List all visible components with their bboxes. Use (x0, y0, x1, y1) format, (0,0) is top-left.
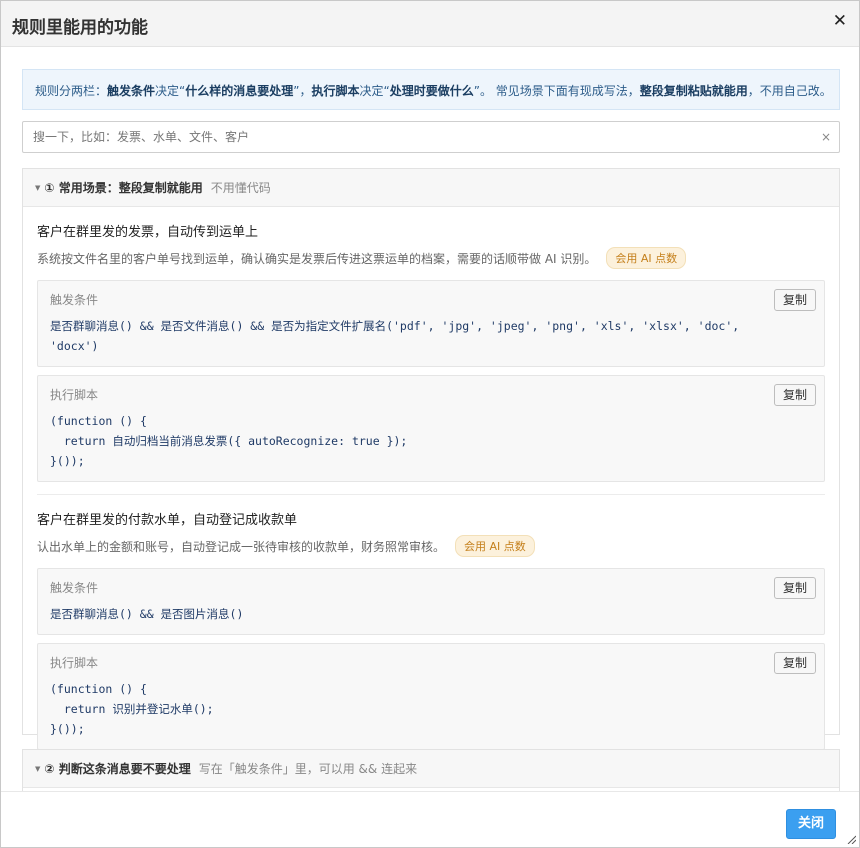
script-box: 执行脚本 (function () { return 自动归档当前消息发票({ … (37, 375, 825, 482)
dialog-title: 规则里能用的功能 (12, 18, 148, 38)
info-bold-copy: 整段复制粘贴就能用 (639, 84, 748, 98)
scenario-title: 客户在群里发的付款水单，自动登记成收款单 (37, 513, 298, 528)
scenario-desc: 系统按文件名里的客户单号找到运单，确认确实是发票后传进这票运单的档案，需要的话顺… (37, 247, 825, 269)
section-subtitle: 不用懂代码 (210, 181, 271, 195)
info-bold-trigger: 触发条件 (107, 84, 156, 98)
trigger-label: 触发条件 (50, 581, 99, 595)
rules-dialog: 规则里能用的功能 ✕ 规则分两栏：触发条件决定“什么样的消息要处理”，执行脚本决… (0, 0, 860, 848)
trigger-box: 触发条件 是否群聊消息() && 是否文件消息() && 是否为指定文件扩展名(… (37, 280, 825, 367)
search-box: × (22, 121, 840, 153)
info-text: ”。 常见场景下面有现成写法， (473, 84, 640, 98)
copy-button[interactable]: 复制 (774, 289, 816, 311)
info-text: 决定“ (359, 84, 390, 98)
dialog-header: 规则里能用的功能 ✕ (1, 1, 859, 47)
resize-handle-icon[interactable] (846, 834, 856, 844)
trigger-label: 触发条件 (50, 293, 99, 307)
dialog-footer: 关闭 (1, 791, 859, 847)
script-label: 执行脚本 (50, 656, 99, 670)
scenario-desc: 认出水单上的金额和账号，自动登记成一张待审核的收款单，财务照常审核。 会用 AI… (37, 535, 825, 557)
section-common-scenarios: ▼ ① 常用场景：整段复制就能用 不用懂代码 客户在群里发的发票，自动传到运单上… (22, 168, 840, 750)
scenario-item-invoice: 客户在群里发的发票，自动传到运单上 系统按文件名里的客户单号找到运单，确认确实是… (23, 207, 839, 495)
info-text: 规则分两栏： (35, 84, 108, 98)
trigger-code: 是否群聊消息() && 是否文件消息() && 是否为指定文件扩展名('pdf'… (50, 319, 747, 353)
scenario-desc-text: 系统按文件名里的客户单号找到运单，确认确实是发票后传进这票运单的档案，需要的话顺… (37, 251, 597, 266)
scenario-item-payment-slip: 客户在群里发的付款水单，自动登记成收款单 认出水单上的金额和账号，自动登记成一张… (23, 495, 839, 750)
info-text: ，不用自己改。 (747, 84, 832, 98)
dialog-body: 规则分两栏：触发条件决定“什么样的消息要处理”，执行脚本决定“处理时要做什么”。… (1, 48, 859, 791)
info-banner: 规则分两栏：触发条件决定“什么样的消息要处理”，执行脚本决定“处理时要做什么”。… (22, 69, 840, 110)
copy-button[interactable]: 复制 (774, 577, 816, 599)
info-text: 决定“ (155, 84, 186, 98)
scenario-title: 客户在群里发的发票，自动传到运单上 (37, 225, 259, 240)
trigger-box: 触发条件 是否群聊消息() && 是否图片消息() 复制 (37, 568, 825, 635)
clear-search-icon[interactable]: × (821, 130, 831, 144)
close-button[interactable]: 关闭 (786, 809, 836, 839)
section-title: ② 判断这条消息要不要处理 (44, 762, 191, 776)
ai-points-badge: 会用 AI 点数 (455, 535, 535, 557)
info-bold-do: 处理时要做什么 (389, 84, 474, 98)
section-title: ① 常用场景：整段复制就能用 (44, 181, 203, 195)
info-text: ”， (293, 84, 312, 98)
section-header[interactable]: ▼ ② 判断这条消息要不要处理 写在「触发条件」里，可以用 && 连起来 (23, 750, 839, 788)
script-code: (function () { return 识别并登记水单(); }()); (50, 682, 214, 736)
section-trigger-conditions: ▼ ② 判断这条消息要不要处理 写在「触发条件」里，可以用 && 连起来 (22, 749, 840, 791)
info-bold-script: 执行脚本 (311, 84, 360, 98)
script-code: (function () { return 自动归档当前消息发票({ autoR… (50, 414, 408, 468)
trigger-code: 是否群聊消息() && 是否图片消息() (50, 607, 244, 621)
ai-points-badge: 会用 AI 点数 (606, 247, 687, 269)
info-bold-what: 什么样的消息要处理 (185, 84, 294, 98)
caret-down-icon: ▼ (35, 183, 41, 192)
close-icon[interactable]: ✕ (833, 12, 847, 30)
copy-button[interactable]: 复制 (774, 652, 816, 674)
copy-button[interactable]: 复制 (774, 384, 816, 406)
section-subtitle: 写在「触发条件」里，可以用 && 连起来 (198, 762, 418, 776)
scenario-desc-text: 认出水单上的金额和账号，自动登记成一张待审核的收款单，财务照常审核。 (37, 539, 446, 554)
caret-down-icon: ▼ (35, 764, 41, 773)
search-input[interactable] (23, 122, 813, 152)
script-box: 执行脚本 (function () { return 识别并登记水单(); }(… (37, 643, 825, 750)
script-label: 执行脚本 (50, 388, 99, 402)
section-header[interactable]: ▼ ① 常用场景：整段复制就能用 不用懂代码 (23, 169, 839, 207)
